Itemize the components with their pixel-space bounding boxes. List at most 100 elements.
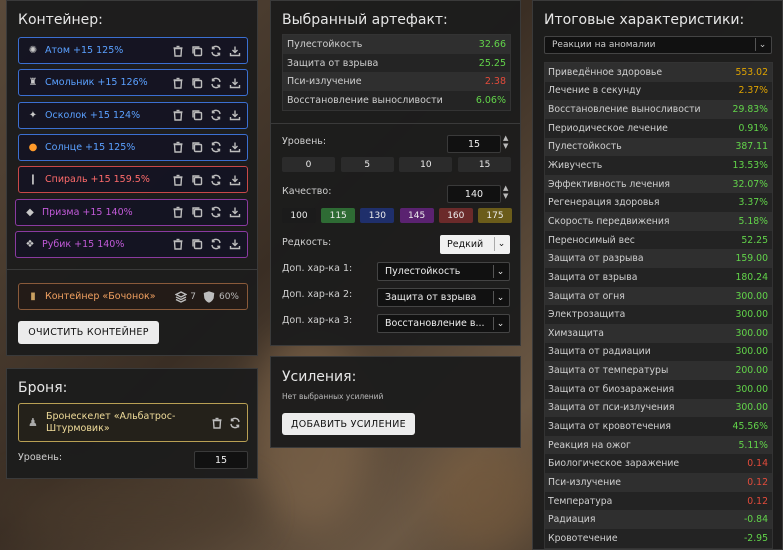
- totals-filter-value: Реакции на аномалии: [552, 40, 656, 50]
- extra2-select[interactable]: Защита от взрыва ⌄: [377, 288, 510, 307]
- download-icon[interactable]: [228, 238, 241, 251]
- sun-icon: ●: [28, 141, 38, 153]
- quality-preset-button[interactable]: 100: [282, 208, 316, 223]
- trash-icon[interactable]: [210, 416, 223, 429]
- totals-row-value: 0.12: [747, 495, 768, 507]
- totals-row: Приведённое здоровье 553.02: [545, 63, 772, 82]
- totals-row: Температура 0.12: [545, 491, 772, 511]
- artifact-slot[interactable]: ● Солнце +15 125%: [18, 133, 248, 161]
- trash-icon[interactable]: [171, 173, 184, 186]
- upgrades-panel: Усиления: Нет выбранных усилений ДОБАВИТ…: [270, 356, 521, 448]
- container-item[interactable]: ▮ Контейнер «Бочонок» 7 60%: [18, 283, 248, 310]
- trash-icon[interactable]: [171, 76, 184, 89]
- copy-icon[interactable]: [190, 109, 203, 122]
- download-icon[interactable]: [228, 76, 241, 89]
- artifact-slot[interactable]: ◆ Призма +15 140%: [15, 198, 248, 226]
- copy-icon[interactable]: [190, 173, 203, 186]
- container-panel: Контейнер: ✺ Атом +15 125% ♜ Смольник +15 1…: [6, 0, 258, 356]
- totals-row-value: 3.37%: [738, 197, 768, 209]
- totals-row-value: 32.07%: [732, 178, 768, 190]
- totals-row-value: 300.00: [735, 327, 768, 339]
- exoskeleton-icon: ♟: [28, 416, 38, 429]
- download-icon[interactable]: [228, 109, 241, 122]
- level-preset-button[interactable]: 10: [399, 157, 453, 172]
- artifact-title: Выбранный артефакт:: [282, 12, 448, 28]
- totals-row-value: 300.00: [735, 346, 768, 358]
- level-stepper[interactable]: ▲ ▼: [503, 134, 508, 150]
- totals-filter-select[interactable]: Реакции на аномалии ⌄: [544, 36, 772, 54]
- artifact-slot[interactable]: ❙ Спираль +15 159.5%: [18, 166, 248, 194]
- rarity-select[interactable]: Редкий ⌄: [440, 235, 510, 254]
- copy-icon[interactable]: [190, 44, 203, 57]
- totals-row-name: Лечение в секунду: [548, 85, 642, 97]
- artifact-slot[interactable]: ✦ Осколок +15 124%: [18, 101, 248, 129]
- totals-row-name: Приведённое здоровье: [548, 66, 663, 78]
- download-icon[interactable]: [228, 173, 241, 186]
- swap-icon[interactable]: [209, 109, 222, 122]
- swap-icon[interactable]: [209, 238, 222, 251]
- copy-icon[interactable]: [190, 76, 203, 89]
- armor-level-input[interactable]: 15: [194, 451, 248, 469]
- download-icon[interactable]: [228, 141, 241, 154]
- swap-icon[interactable]: [209, 141, 222, 154]
- armor-panel: Броня: ♟ Бронескелет «Альбатрос- Штурмов…: [6, 368, 258, 479]
- quality-preset-button[interactable]: 175: [478, 208, 512, 223]
- swap-icon[interactable]: [209, 173, 222, 186]
- artifact-slot[interactable]: ♜ Смольник +15 126%: [18, 69, 248, 97]
- copy-icon[interactable]: [190, 141, 203, 154]
- totals-row-value: 13.53%: [732, 160, 768, 172]
- download-icon[interactable]: [228, 206, 241, 219]
- copy-icon[interactable]: [190, 206, 203, 219]
- totals-row-value: -2.95: [743, 532, 768, 544]
- chevron-down-icon: ⌄: [493, 317, 507, 330]
- totals-row-value: 29.83%: [732, 104, 768, 116]
- artifact-level-input[interactable]: 15: [447, 135, 501, 153]
- totals-row: Пси-излучение 0.12: [545, 473, 772, 492]
- totals-row-value: 300.00: [735, 309, 768, 321]
- level-preset-button[interactable]: 5: [340, 157, 394, 172]
- level-preset-button[interactable]: 0: [282, 157, 335, 172]
- trash-icon[interactable]: [171, 206, 184, 219]
- quality-preset-button[interactable]: 160: [438, 208, 473, 223]
- artifact-slot[interactable]: ✺ Атом +15 125%: [18, 37, 248, 64]
- armor-item[interactable]: ♟ Бронескелет «Альбатрос- Штурмовик»: [18, 403, 248, 442]
- extra3-value: Восстановление в...: [385, 318, 485, 329]
- swap-icon[interactable]: [228, 416, 241, 429]
- totals-row: Химзащита 300.00: [545, 323, 772, 343]
- download-icon[interactable]: [228, 44, 241, 57]
- artifact-name: Призма +15 140%: [42, 206, 133, 218]
- swap-icon[interactable]: [209, 206, 222, 219]
- copy-icon[interactable]: [190, 238, 203, 251]
- artifact-actions: [171, 76, 247, 89]
- level-preset-button[interactable]: 15: [458, 157, 512, 172]
- quality-preset-button[interactable]: 145: [399, 208, 434, 223]
- trash-icon[interactable]: [171, 141, 184, 154]
- quality-stepper[interactable]: ▲ ▼: [503, 184, 508, 200]
- extra3-select[interactable]: Восстановление в... ⌄: [377, 314, 510, 333]
- quality-label: Качество:: [282, 186, 332, 197]
- totals-row-name: Защита от кровотечения: [548, 420, 672, 432]
- armor-title: Броня:: [18, 380, 68, 396]
- swap-icon[interactable]: [209, 76, 222, 89]
- quality-preset-button[interactable]: 115: [321, 208, 356, 223]
- artifact-actions: [171, 173, 247, 186]
- extra1-select[interactable]: Пулестойкость ⌄: [377, 262, 510, 281]
- clear-container-button[interactable]: ОЧИСТИТЬ КОНТЕЙНЕР: [18, 321, 159, 344]
- stat-value: 25.25: [478, 57, 506, 69]
- quality-input[interactable]: 140: [447, 185, 501, 203]
- add-upgrade-button[interactable]: ДОБАВИТЬ УСИЛЕНИЕ: [282, 413, 415, 435]
- artifact-slot[interactable]: ❖ Рубик +15 140%: [15, 230, 248, 258]
- trash-icon[interactable]: [171, 44, 184, 57]
- quality-preset-button[interactable]: 130: [360, 208, 395, 223]
- totals-row: Скорость передвижения 5.18%: [545, 212, 772, 231]
- totals-title: Итоговые характеристики:: [544, 12, 745, 28]
- trash-icon[interactable]: [171, 109, 184, 122]
- totals-row-name: Реакция на ожог: [548, 439, 631, 451]
- stat-row: Пси-излучение 2.38: [283, 72, 510, 92]
- swap-icon[interactable]: [209, 44, 222, 57]
- trash-icon[interactable]: [171, 238, 184, 251]
- totals-row-value: 5.11%: [738, 439, 768, 451]
- totals-row-name: Химзащита: [548, 327, 604, 339]
- totals-row: Биологическое заражение 0.14: [545, 454, 772, 474]
- armor-name-line2: Штурмовик»: [46, 423, 110, 434]
